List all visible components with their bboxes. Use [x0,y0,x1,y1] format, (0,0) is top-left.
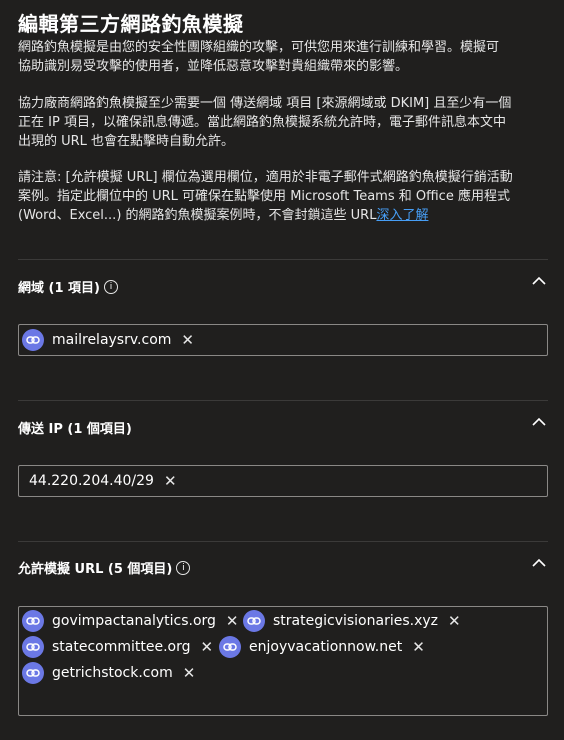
url-chip: statecommittee.org ✕ [22,634,213,660]
url-chip: getrichstock.com ✕ [22,660,195,686]
url-chip-label: enjoyvacationnow.net [249,639,403,655]
chevron-up-icon[interactable] [532,274,546,288]
section-divider [18,259,548,260]
requirement-text: 協力廠商網路釣魚模擬至少需要一個 傳送網域 項目 [來源網域或 DKIM] 且至… [18,96,512,149]
link-icon [22,329,44,351]
urls-input[interactable]: govimpactanalytics.org ✕ strategicvision… [18,606,548,716]
ip-chip: 44.220.204.40/29 ✕ [29,472,177,490]
url-chip: strategicvisionaries.xyz ✕ [243,608,461,634]
url-chip: govimpactanalytics.org ✕ [22,608,238,634]
domain-chip-label: mailrelaysrv.com [52,332,172,348]
note-text: 請注意: [允許模擬 URL] 欄位為選用欄位，適用於非電子郵件式網路釣魚模擬行… [18,168,548,225]
note-body: 請注意: [允許模擬 URL] 欄位為選用欄位，適用於非電子郵件式網路釣魚模擬行… [18,170,513,223]
url-chip-label: strategicvisionaries.xyz [273,613,438,629]
url-chip-label: getrichstock.com [52,665,173,681]
chevron-up-icon[interactable] [532,415,546,429]
link-icon [22,662,44,684]
url-chip: enjoyvacationnow.net ✕ [219,634,425,660]
ip-chip-label: 44.220.204.40/29 [29,473,154,489]
info-icon[interactable]: i [176,560,191,575]
close-icon[interactable]: ✕ [201,638,214,656]
link-icon [22,610,44,632]
chevron-up-icon[interactable] [532,556,546,570]
close-icon[interactable]: ✕ [226,612,239,630]
domains-title-label: 網域 (1 項目) [18,281,100,296]
link-icon [22,636,44,658]
close-icon[interactable]: ✕ [448,612,461,630]
learn-more-link[interactable]: 深入了解 [376,208,428,223]
domains-section-title: 網域 (1 項目) i [18,277,118,296]
urls-title-label: 允許模擬 URL (5 個項目) [18,562,173,577]
info-icon[interactable]: i [103,279,118,294]
close-icon[interactable]: ✕ [183,664,196,682]
domains-input[interactable]: mailrelaysrv.com ✕ [18,324,548,356]
intro-text: 網路釣魚模擬是由您的安全性團隊組織的攻擊，可供您用來進行訓練和學習。模擬可 協助… [18,40,500,74]
ips-input[interactable]: 44.220.204.40/29 ✕ [18,465,548,497]
page-title: 編輯第三方網路釣魚模擬 [18,12,244,36]
section-divider [18,541,548,542]
urls-section-title: 允許模擬 URL (5 個項目) i [18,558,191,577]
link-icon [219,636,241,658]
section-divider [18,400,548,401]
close-icon[interactable]: ✕ [164,472,177,490]
ips-section-title: 傳送 IP (1 個項目) [18,418,132,437]
link-icon [243,610,265,632]
ips-title-label: 傳送 IP (1 個項目) [18,422,132,437]
close-icon[interactable]: ✕ [181,331,194,349]
url-chip-label: govimpactanalytics.org [52,613,216,629]
close-icon[interactable]: ✕ [412,638,425,656]
url-chip-label: statecommittee.org [52,639,191,655]
domain-chip: mailrelaysrv.com ✕ [22,327,194,353]
